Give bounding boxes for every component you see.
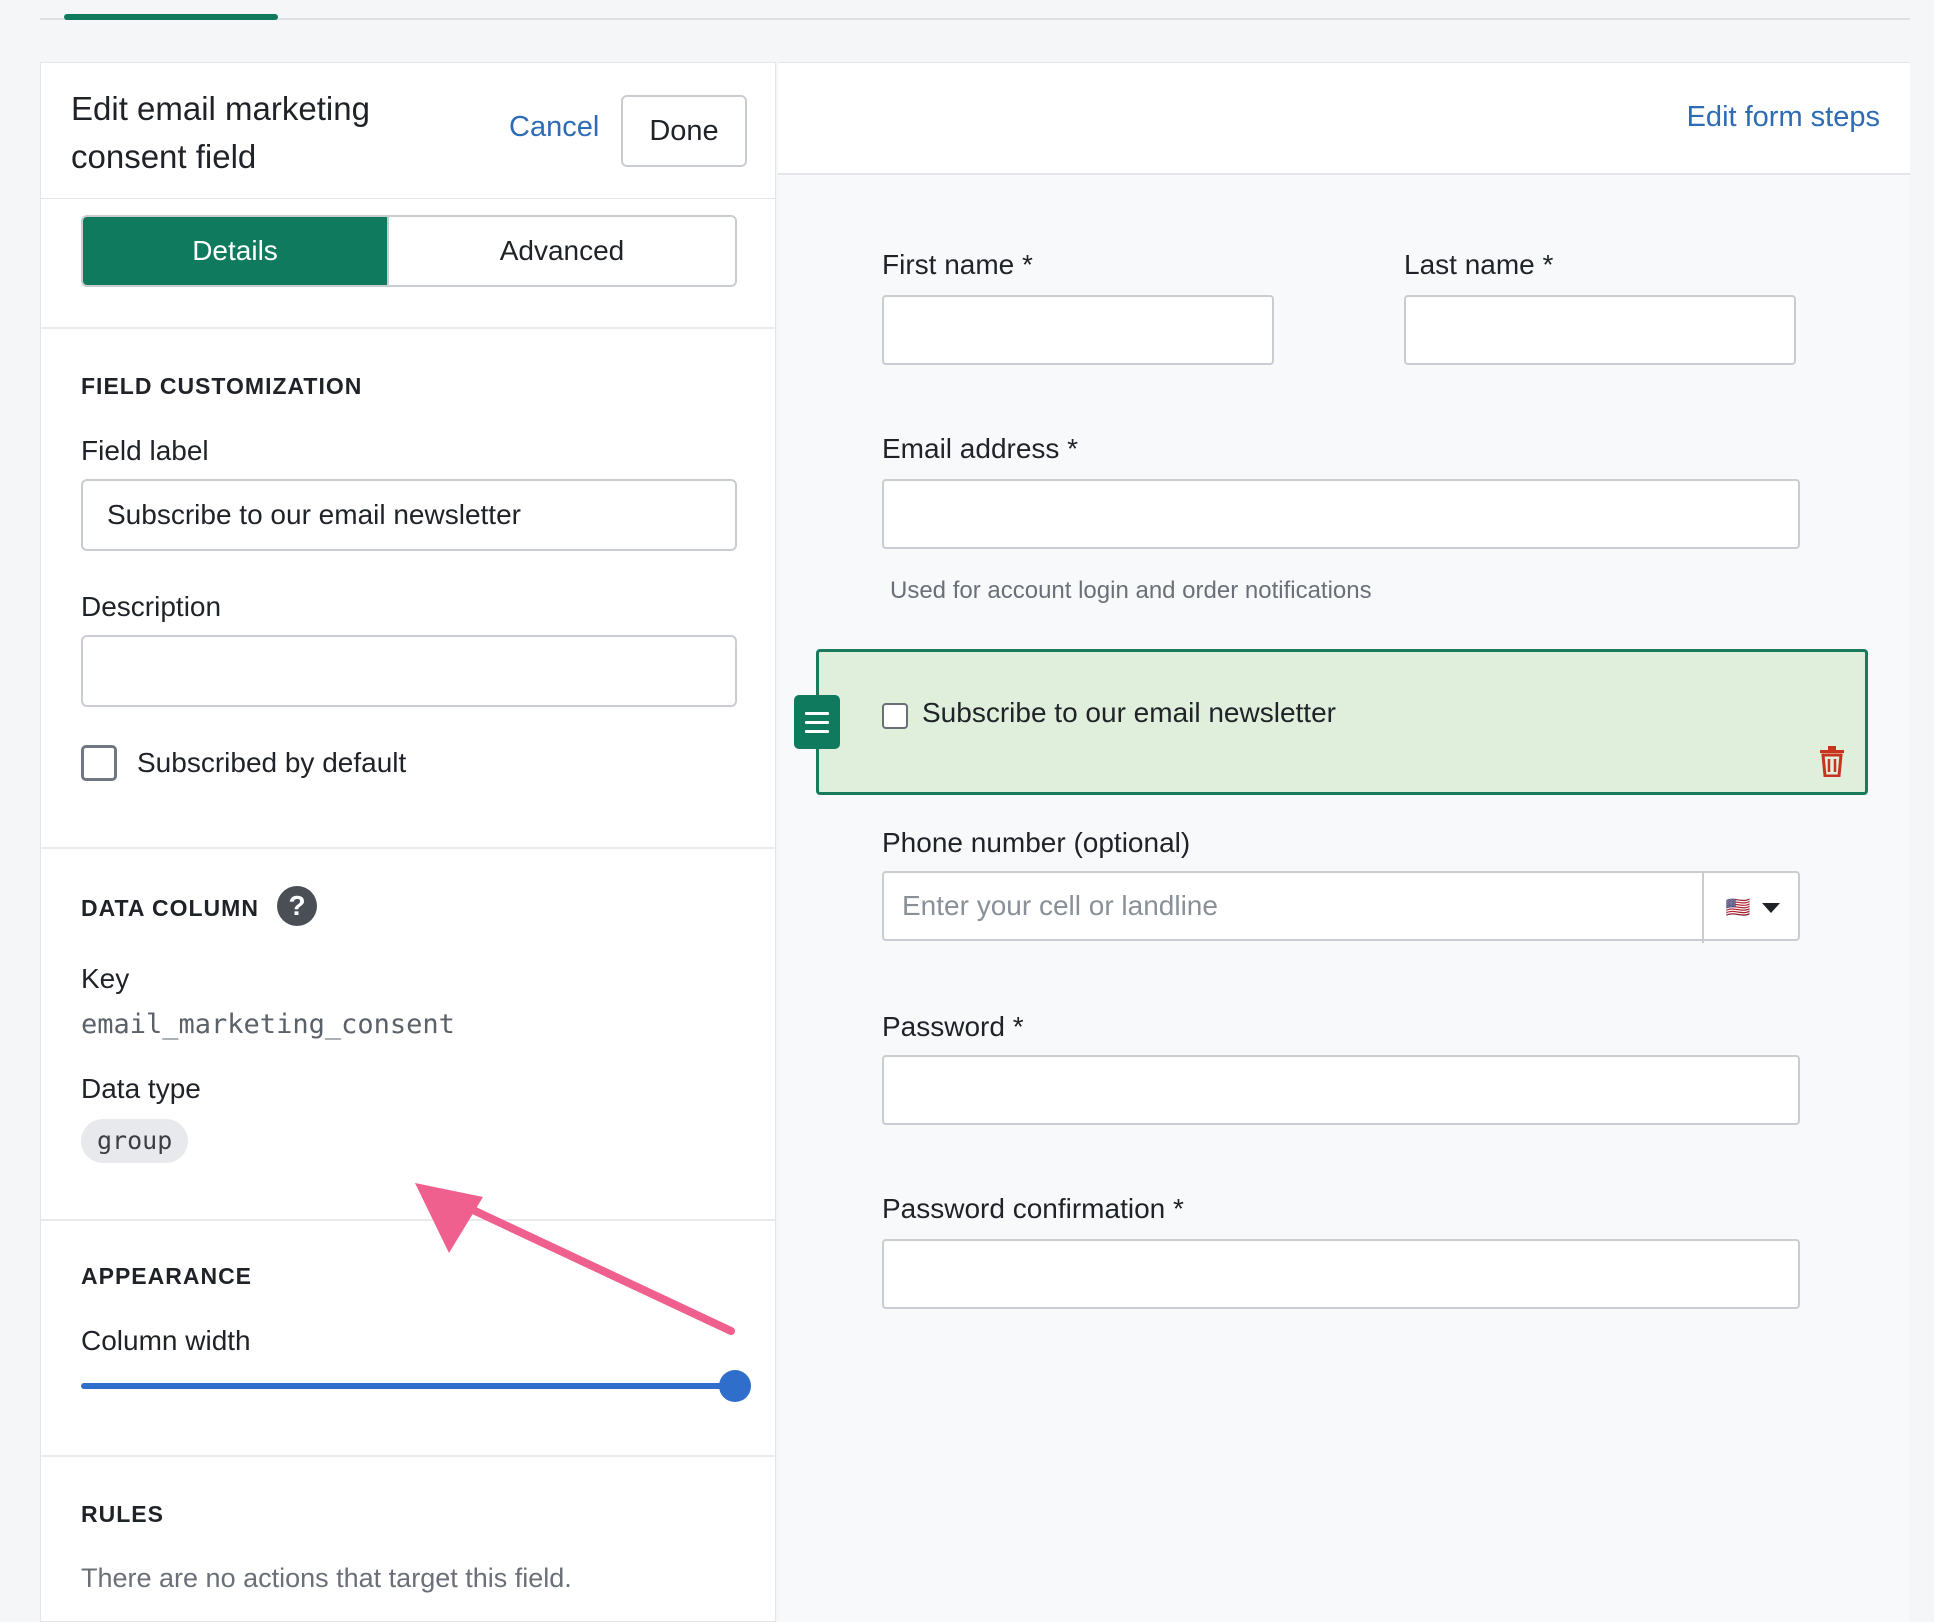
description-input[interactable] bbox=[81, 635, 737, 707]
last-name-input[interactable] bbox=[1404, 295, 1796, 365]
us-flag-icon: 🇺🇸 bbox=[1725, 897, 1751, 919]
drag-handle-icon[interactable] bbox=[794, 695, 840, 749]
chevron-down-icon bbox=[1762, 903, 1781, 913]
divider bbox=[41, 1455, 775, 1457]
password-confirmation-input[interactable] bbox=[882, 1239, 1800, 1309]
password-input[interactable] bbox=[882, 1055, 1800, 1125]
consent-label: Subscribe to our email newsletter bbox=[922, 697, 1336, 728]
phone-label: Phone number (optional) bbox=[882, 827, 1191, 858]
edit-form-steps-link[interactable]: Edit form steps bbox=[1687, 101, 1880, 134]
rules-empty-text: There are no actions that target this fi… bbox=[81, 1563, 572, 1593]
country-code-dropdown[interactable]: 🇺🇸 bbox=[1702, 873, 1802, 943]
done-button[interactable]: Done bbox=[621, 95, 747, 167]
column-width-slider-thumb[interactable] bbox=[719, 1370, 751, 1402]
form-preview-panel: Edit form steps First name * Last name *… bbox=[778, 62, 1910, 1622]
preview-header: Edit form steps bbox=[778, 63, 1910, 175]
tab-advanced[interactable]: Advanced bbox=[387, 217, 735, 285]
top-tab-underline bbox=[40, 18, 1910, 20]
key-value: email_marketing_consent bbox=[81, 1009, 455, 1040]
data-type-badge: group bbox=[81, 1119, 189, 1163]
active-tab-indicator bbox=[64, 14, 278, 20]
rules-heading: RULES bbox=[81, 1501, 164, 1527]
divider bbox=[41, 847, 775, 849]
subscribed-by-default-label: Subscribed by default bbox=[137, 747, 407, 778]
field-customization-heading: FIELD CUSTOMIZATION bbox=[81, 373, 363, 399]
subscribed-by-default-checkbox[interactable] bbox=[81, 745, 117, 781]
trash-icon[interactable] bbox=[1818, 745, 1846, 777]
field-label-label: Field label bbox=[81, 435, 209, 466]
data-column-heading: DATA COLUMN bbox=[81, 895, 259, 921]
appearance-heading: APPEARANCE bbox=[81, 1263, 253, 1289]
field-label-input[interactable] bbox=[81, 479, 737, 551]
phone-input[interactable] bbox=[882, 871, 1800, 941]
column-width-slider[interactable] bbox=[81, 1383, 737, 1389]
editor-header: Edit email marketing consent field Cance… bbox=[41, 63, 775, 199]
column-width-label: Column width bbox=[81, 1325, 251, 1356]
password-label: Password * bbox=[882, 1011, 1024, 1042]
editor-tabs: Details Advanced bbox=[81, 215, 737, 287]
tab-details[interactable]: Details bbox=[83, 217, 387, 285]
editor-title: Edit email marketing consent field bbox=[71, 90, 370, 175]
password-confirmation-label: Password confirmation * bbox=[882, 1193, 1184, 1224]
email-input[interactable] bbox=[882, 479, 1800, 549]
data-type-label: Data type bbox=[81, 1073, 201, 1104]
key-label: Key bbox=[81, 963, 130, 994]
description-label: Description bbox=[81, 591, 222, 622]
email-hint: Used for account login and order notific… bbox=[890, 577, 1372, 604]
field-editor-panel: Edit email marketing consent field Cance… bbox=[40, 62, 776, 1622]
first-name-input[interactable] bbox=[882, 295, 1274, 365]
annotation-arrow-icon bbox=[415, 1183, 735, 1335]
consent-checkbox[interactable] bbox=[882, 703, 908, 729]
email-label: Email address * bbox=[882, 433, 1079, 464]
first-name-label: First name * bbox=[882, 249, 1033, 280]
divider bbox=[41, 327, 775, 329]
question-circle-icon[interactable]: ? bbox=[277, 886, 317, 926]
last-name-label: Last name * bbox=[1404, 249, 1554, 280]
cancel-button[interactable]: Cancel bbox=[509, 111, 599, 144]
